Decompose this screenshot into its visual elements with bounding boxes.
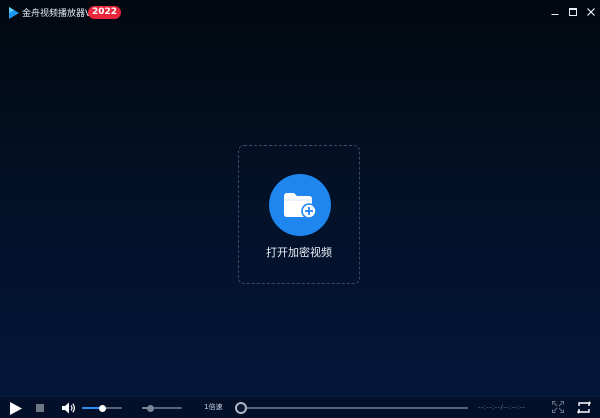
speed-label: 1倍速 — [204, 403, 223, 411]
minimize-button[interactable] — [548, 5, 562, 19]
speed-slider-knob[interactable] — [146, 404, 154, 412]
progress-slider[interactable] — [235, 402, 468, 414]
player-window: 金舟视频播放器V5.0 2022 打开加密视频 1倍速 --:--:--/--:… — [0, 0, 600, 418]
minimize-icon — [551, 14, 559, 15]
volume-slider[interactable] — [82, 404, 122, 412]
play-logo-icon — [9, 7, 19, 19]
stop-icon[interactable] — [36, 404, 44, 412]
control-bar: 1倍速 --:--:--/--:--:-- — [0, 396, 600, 418]
open-video-label: 打开加密视频 — [266, 246, 332, 259]
open-video-dropzone[interactable]: 打开加密视频 — [238, 145, 360, 284]
volume-icon[interactable] — [62, 402, 76, 414]
maximize-button[interactable] — [566, 5, 580, 19]
play-icon[interactable] — [10, 402, 22, 415]
close-button[interactable] — [584, 5, 598, 19]
speed-slider[interactable] — [142, 404, 182, 412]
maximize-icon — [569, 8, 577, 16]
close-icon — [587, 8, 595, 16]
time-display: --:--:--/--:--:-- — [478, 403, 526, 411]
folder-add-icon — [284, 193, 317, 219]
progress-knob[interactable] — [235, 402, 247, 414]
title-bar: 金舟视频播放器V5.0 2022 — [0, 0, 600, 26]
year-badge: 2022 — [88, 6, 122, 19]
fullscreen-icon[interactable] — [552, 401, 564, 413]
open-video-button[interactable] — [269, 174, 331, 236]
volume-slider-knob[interactable] — [98, 404, 106, 412]
loop-icon[interactable] — [577, 401, 591, 414]
